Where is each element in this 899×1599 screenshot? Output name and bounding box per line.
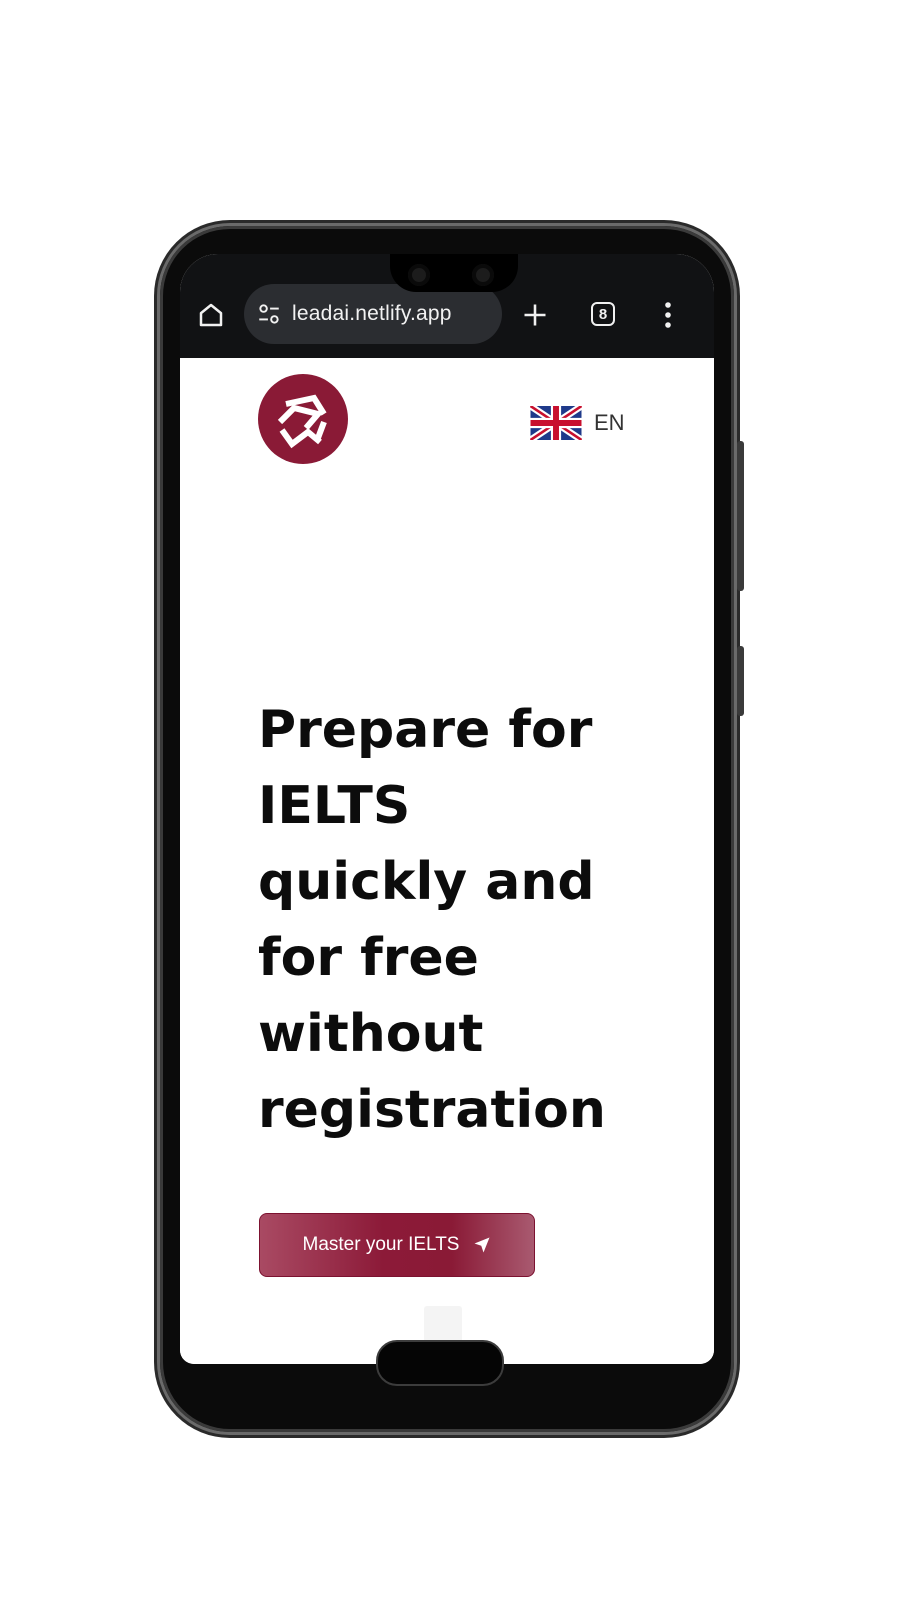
volume-button xyxy=(737,441,744,591)
tab-switcher-button[interactable]: 8 xyxy=(588,299,618,329)
more-vert-icon[interactable] xyxy=(656,298,680,332)
uk-flag-icon xyxy=(530,406,582,440)
brand-logo[interactable] xyxy=(258,374,348,464)
hero-line: Prepare for xyxy=(258,700,593,760)
camera-notch xyxy=(390,254,518,292)
send-icon xyxy=(474,1237,490,1253)
hero-line: IELTS xyxy=(258,776,411,836)
home-icon[interactable] xyxy=(194,298,228,332)
master-ielts-button[interactable]: Master your IELTS xyxy=(259,1213,535,1277)
phone-frame: leadai.netlify.app 8 EN Prepare for IELT… xyxy=(160,226,744,1432)
home-hardware-button[interactable] xyxy=(376,1340,504,1386)
plus-icon xyxy=(524,304,546,326)
power-button xyxy=(737,646,744,716)
language-selector[interactable]: EN xyxy=(530,406,625,440)
phone-screen: leadai.netlify.app 8 EN Prepare for IELT… xyxy=(180,254,714,1364)
tab-count: 8 xyxy=(591,302,615,326)
address-bar[interactable]: leadai.netlify.app xyxy=(244,284,502,344)
new-tab-button[interactable] xyxy=(518,298,552,332)
url-text[interactable]: leadai.netlify.app xyxy=(292,302,452,326)
browser-toolbar: leadai.netlify.app 8 xyxy=(180,254,714,358)
hero-heading: Prepare for IELTS quickly and for free w… xyxy=(258,692,678,1148)
sensor-icon xyxy=(408,264,430,286)
tune-icon[interactable] xyxy=(256,301,282,327)
cta-label: Master your IELTS xyxy=(302,1234,460,1255)
camera-icon xyxy=(472,264,494,286)
hero-line: registration xyxy=(258,1080,606,1140)
language-code: EN xyxy=(594,410,625,435)
hero-line: quickly and xyxy=(258,852,595,912)
hero-line: without xyxy=(258,1004,484,1064)
hero-line: for free xyxy=(258,928,479,988)
page-content: EN Prepare for IELTS quickly and for fre… xyxy=(180,358,714,1364)
